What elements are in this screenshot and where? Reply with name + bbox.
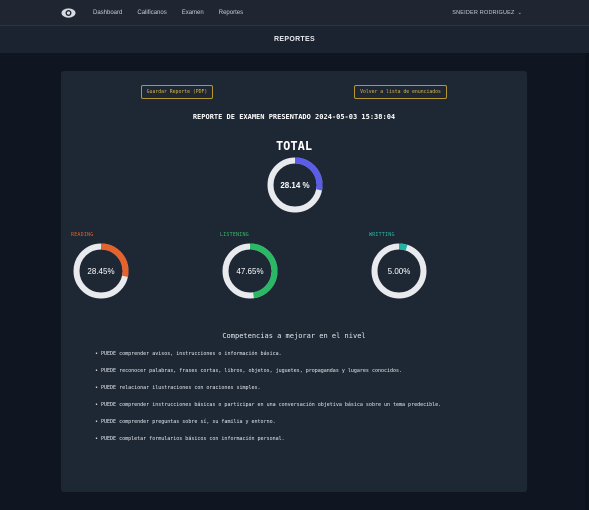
- writting-label: WRITTING: [369, 232, 395, 238]
- total-title: TOTAL: [275, 139, 313, 153]
- listening-donut-chart: 47.65%: [222, 243, 278, 299]
- list-item-text: PUEDE comprender avisos, instrucciones o…: [101, 351, 282, 357]
- list-item: • PUEDE reconocer palabras, frases cortas…: [95, 368, 441, 385]
- top-navbar: Dashboard Calificanos Examen Reportes SN…: [0, 0, 589, 25]
- user-name: SNEIDER RODRIGUEZ: [452, 9, 515, 16]
- user-menu[interactable]: SNEIDER RODRIGUEZ ⌄: [452, 0, 522, 25]
- list-item-text: PUEDE relacionar ilustraciones con oraci…: [101, 385, 261, 391]
- list-item: • PUEDE completar formularios básicos con…: [95, 436, 441, 453]
- list-item: • PUEDE comprender preguntas sobre sí, su…: [95, 419, 441, 436]
- reading-donut-chart: 28.45%: [73, 243, 129, 299]
- writting-donut-chart: 5.00%: [371, 243, 427, 299]
- chevron-down-icon: ⌄: [517, 9, 522, 16]
- bullet-icon: •: [95, 402, 99, 408]
- nav-dashboard[interactable]: Dashboard: [93, 10, 122, 16]
- bullet-icon: •: [95, 385, 99, 391]
- report-title: REPORTE DE EXAMEN PRESENTADO 2024-05-03 …: [192, 113, 396, 121]
- save-pdf-button[interactable]: Guardar Reporte (PDF): [141, 85, 213, 99]
- reading-label: READING: [71, 232, 94, 238]
- bullet-icon: •: [95, 419, 99, 425]
- total-value: 28.14 %: [280, 180, 310, 190]
- bullet-icon: •: [95, 368, 99, 374]
- back-to-list-button[interactable]: Volver a lista de enunciados: [354, 85, 447, 99]
- nav-calificanos[interactable]: Calificanos: [137, 10, 166, 16]
- bullet-icon: •: [95, 351, 99, 357]
- page-title-bar: REPORTES: [0, 25, 589, 53]
- list-item: • PUEDE comprender instrucciones básicas …: [95, 402, 441, 419]
- page-edge: [585, 53, 589, 510]
- writting-value: 5.00%: [387, 266, 411, 276]
- competencias-list: • PUEDE comprender avisos, instrucciones …: [95, 351, 441, 453]
- bullet-icon: •: [95, 436, 99, 442]
- page-title: REPORTES: [274, 36, 315, 43]
- list-item-text: PUEDE comprender instrucciones básicas o…: [101, 402, 442, 408]
- nav-links: Dashboard Calificanos Examen Reportes: [93, 0, 258, 25]
- eye-logo-icon[interactable]: [61, 6, 76, 18]
- nav-reportes[interactable]: Reportes: [219, 10, 243, 16]
- list-item: • PUEDE relacionar ilustraciones con orac…: [95, 385, 441, 402]
- list-item-text: PUEDE completar formularios básicos con …: [101, 436, 285, 442]
- nav-examen[interactable]: Examen: [182, 10, 204, 16]
- total-donut-chart: 28.14 %: [267, 157, 323, 213]
- list-item: • PUEDE comprender avisos, instrucciones …: [95, 351, 441, 368]
- report-card: Guardar Reporte (PDF) Volver a lista de …: [61, 71, 527, 492]
- competencias-title: Competencias a mejorar en el nivel: [222, 332, 366, 340]
- list-item-text: PUEDE reconocer palabras, frases cortas,…: [101, 368, 403, 374]
- reading-value: 28.45%: [87, 266, 115, 276]
- list-item-text: PUEDE comprender preguntas sobre sí, su …: [101, 419, 276, 425]
- listening-value: 47.65%: [236, 266, 264, 276]
- listening-label: LISTENING: [220, 232, 249, 238]
